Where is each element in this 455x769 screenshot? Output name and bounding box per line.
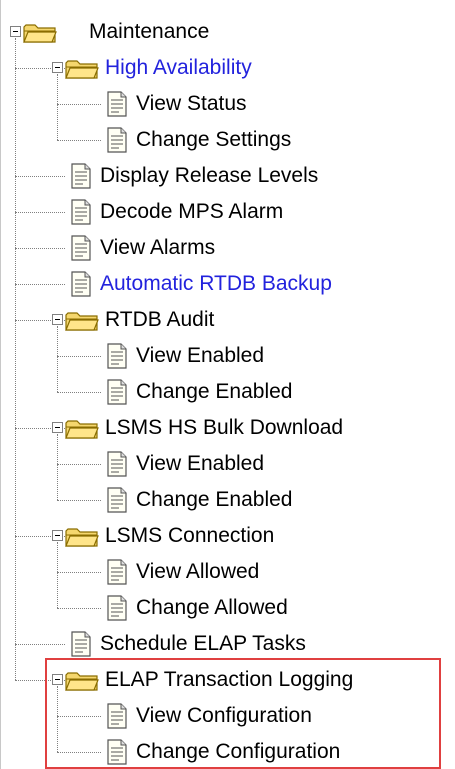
tree-item-maintenance[interactable]: Maintenance — [1, 14, 455, 50]
document-icon — [106, 343, 128, 375]
collapse-toggle-icon[interactable] — [52, 530, 63, 541]
tree-item-label[interactable]: Change Settings — [136, 128, 291, 152]
tree-item-label[interactable]: Maintenance — [89, 20, 209, 44]
tree-connector-line — [15, 176, 65, 177]
collapse-toggle-icon[interactable] — [52, 674, 63, 685]
tree-item-label[interactable]: Change Enabled — [136, 380, 292, 404]
tree-connector-line — [57, 500, 101, 501]
tree-connector-line — [15, 644, 65, 645]
tree-item-label[interactable]: ELAP Transaction Logging — [105, 668, 353, 692]
tree-connector-line — [57, 356, 101, 357]
tree-connector-line — [57, 608, 101, 609]
tree-item-label[interactable]: Change Allowed — [136, 596, 288, 620]
document-icon — [70, 199, 92, 231]
document-icon — [106, 379, 128, 411]
tree-connector-line — [15, 212, 65, 213]
open-folder-icon — [65, 526, 99, 554]
open-folder-icon — [65, 418, 99, 446]
document-icon — [70, 235, 92, 267]
document-icon — [70, 271, 92, 303]
tree-item-decode-mps-alarm[interactable]: Decode MPS Alarm — [1, 194, 455, 230]
tree-item-high-availability[interactable]: High Availability — [1, 50, 455, 86]
open-folder-icon — [65, 310, 99, 338]
collapse-toggle-icon[interactable] — [52, 62, 63, 73]
tree-item-view-alarms[interactable]: View Alarms — [1, 230, 455, 266]
document-icon — [106, 451, 128, 483]
tree-item-label[interactable]: View Status — [136, 92, 247, 116]
document-icon — [106, 559, 128, 591]
document-icon — [106, 703, 128, 735]
document-icon — [106, 91, 128, 123]
tree-connector-line — [15, 248, 65, 249]
tree-item-label[interactable]: Change Configuration — [136, 740, 340, 764]
tree-item-label[interactable]: High Availability — [105, 56, 252, 80]
tree-connector-line — [57, 464, 101, 465]
tree-connector-line — [57, 752, 101, 753]
tree-item-label[interactable]: LSMS HS Bulk Download — [105, 416, 343, 440]
tree-connector-line — [57, 716, 101, 717]
tree-item-label[interactable]: View Enabled — [136, 452, 264, 476]
collapse-toggle-icon[interactable] — [10, 26, 21, 37]
collapse-toggle-icon[interactable] — [52, 314, 63, 325]
tree-item-rtdb-audit[interactable]: RTDB Audit — [1, 302, 455, 338]
tree-item-display-release-levels[interactable]: Display Release Levels — [1, 158, 455, 194]
open-folder-icon — [23, 22, 57, 50]
tree-item-label[interactable]: Automatic RTDB Backup — [100, 272, 332, 296]
tree-item-lsms-connection[interactable]: LSMS Connection — [1, 518, 455, 554]
document-icon — [106, 595, 128, 627]
open-folder-icon — [65, 58, 99, 86]
tree-connector-line — [15, 284, 65, 285]
tree-item-label[interactable]: View Configuration — [136, 704, 312, 728]
tree-connector-line — [15, 38, 16, 680]
tree-item-label[interactable]: LSMS Connection — [105, 524, 274, 548]
tree-connector-line — [57, 686, 58, 752]
tree-connector-line — [57, 542, 58, 608]
document-icon — [70, 631, 92, 663]
tree-item-label[interactable]: Decode MPS Alarm — [100, 200, 283, 224]
document-icon — [106, 127, 128, 159]
document-icon — [106, 487, 128, 519]
tree-connector-line — [57, 104, 101, 105]
document-icon — [106, 739, 128, 769]
tree-connector-line — [57, 140, 101, 141]
tree-connector-line — [57, 392, 101, 393]
tree-item-label[interactable]: View Alarms — [100, 236, 215, 260]
tree-item-schedule-elap-tasks[interactable]: Schedule ELAP Tasks — [1, 626, 455, 662]
tree-item-label[interactable]: Display Release Levels — [100, 164, 318, 188]
tree-item-label[interactable]: RTDB Audit — [105, 308, 214, 332]
tree-connector-line — [57, 434, 58, 500]
tree-connector-line — [57, 74, 58, 140]
tree-item-label[interactable]: Change Enabled — [136, 488, 292, 512]
tree-item-label[interactable]: Schedule ELAP Tasks — [100, 632, 306, 656]
tree-item-label[interactable]: View Enabled — [136, 344, 264, 368]
tree-connector-line — [57, 326, 58, 392]
collapse-toggle-icon[interactable] — [52, 422, 63, 433]
document-icon — [70, 163, 92, 195]
tree-item-lsms-hs-bulk-download[interactable]: LSMS HS Bulk Download — [1, 410, 455, 446]
tree-connector-line — [57, 572, 101, 573]
menu-tree-panel: Maintenance High Availability View Statu… — [0, 0, 455, 769]
open-folder-icon — [65, 670, 99, 698]
tree-item-elap-transaction-logging[interactable]: ELAP Transaction Logging — [1, 662, 455, 698]
tree-item-automatic-rtdb-backup[interactable]: Automatic RTDB Backup — [1, 266, 455, 302]
tree-item-label[interactable]: View Allowed — [136, 560, 259, 584]
